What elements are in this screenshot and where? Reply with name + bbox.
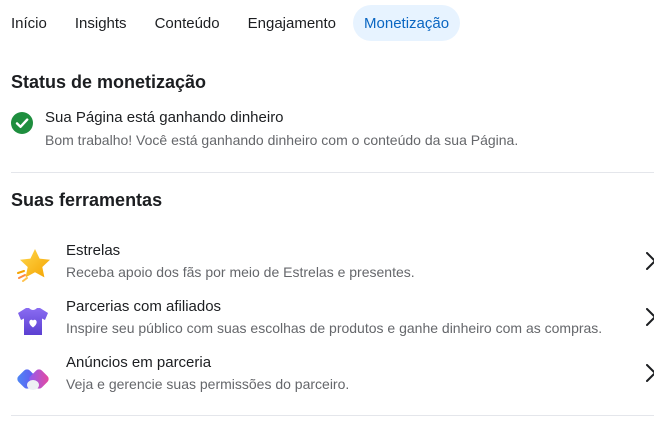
tool-item-anuncios-parceria[interactable]: Anúncios em parceria Veja e gerencie sua… xyxy=(0,352,654,402)
tab-monetizacao[interactable]: Monetização xyxy=(353,5,461,41)
tab-inicio[interactable]: Início xyxy=(0,5,58,41)
tab-bar: Início Insights Conteúdo Engajamento Mon… xyxy=(0,4,466,42)
tool-item-parcerias-afiliados[interactable]: Parcerias com afiliados Inspire seu públ… xyxy=(0,296,654,346)
tshirt-icon xyxy=(18,308,48,335)
monetization-status: Sua Página está ganhando dinheiro Bom tr… xyxy=(11,108,518,150)
status-headline: Sua Página está ganhando dinheiro xyxy=(45,109,284,126)
tools-section-title: Suas ferramentas xyxy=(11,190,163,210)
tool-title: Anúncios em parceria xyxy=(66,354,212,371)
tab-conteudo[interactable]: Conteúdo xyxy=(144,5,231,41)
tool-description: Inspire seu público com suas escolhas de… xyxy=(66,320,603,336)
tool-title: Parcerias com afiliados xyxy=(66,298,222,315)
chevron-right-icon xyxy=(646,252,654,270)
check-circle-icon xyxy=(11,112,33,134)
star-icon xyxy=(17,249,50,282)
monetization-status-title: Status de monetização xyxy=(11,72,207,92)
chevron-right-icon xyxy=(646,308,654,326)
tool-item-estrelas[interactable]: Estrelas Receba apoio dos fãs por meio d… xyxy=(0,240,654,290)
tool-description: Veja e gerencie suas permissões do parce… xyxy=(66,376,350,392)
tab-engajamento[interactable]: Engajamento xyxy=(237,5,347,41)
tab-insights[interactable]: Insights xyxy=(64,5,138,41)
divider xyxy=(11,415,654,416)
tool-title: Estrelas xyxy=(66,242,121,259)
chevron-right-icon xyxy=(646,364,654,382)
status-text: Sua Página está ganhando dinheiro Bom tr… xyxy=(45,108,518,150)
status-subtext: Bom trabalho! Você está ganhando dinheir… xyxy=(45,132,519,148)
tool-description: Receba apoio dos fãs por meio de Estrela… xyxy=(66,264,415,280)
partnership-ads-icon xyxy=(17,369,49,390)
divider xyxy=(11,172,654,173)
